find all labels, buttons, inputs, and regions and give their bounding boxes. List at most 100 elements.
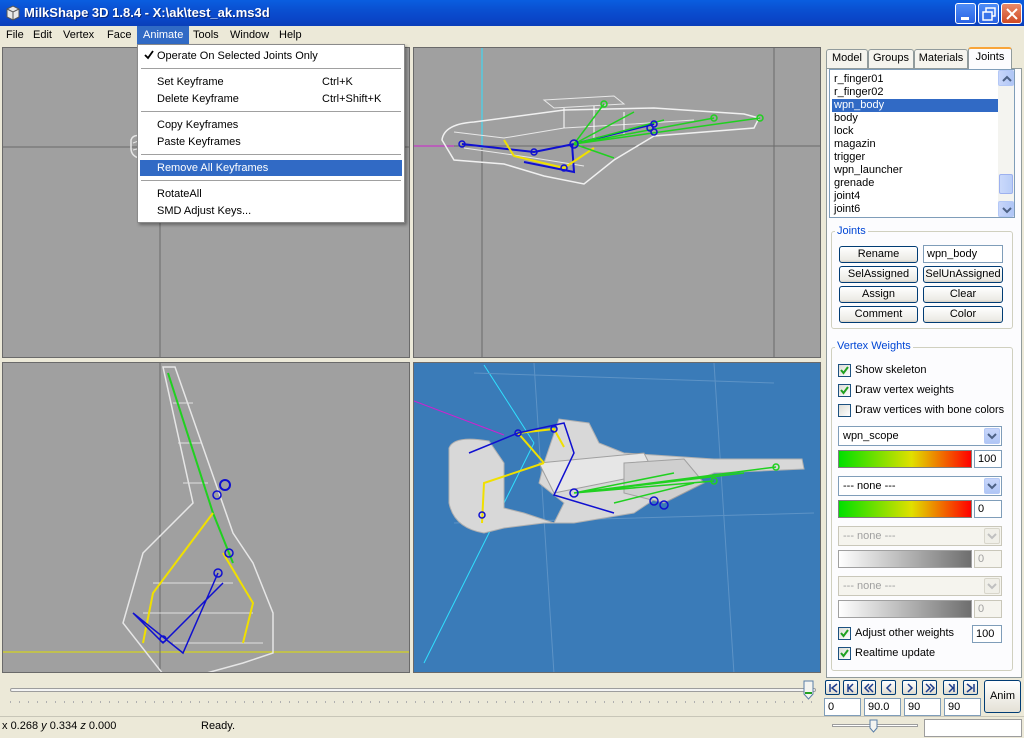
viewport-3d[interactable] bbox=[413, 362, 821, 673]
minimize-button[interactable] bbox=[955, 3, 976, 24]
comment-button[interactable]: Comment bbox=[839, 306, 918, 323]
list-item[interactable]: wpn_launcher bbox=[832, 164, 1000, 177]
close-icon bbox=[1006, 8, 1018, 20]
viewport-side[interactable] bbox=[2, 362, 410, 673]
first-frame-button[interactable] bbox=[825, 680, 840, 695]
dropdown-arrow-button[interactable] bbox=[984, 578, 1000, 594]
list-item[interactable]: wpn_body bbox=[832, 99, 1000, 112]
bone4-select[interactable]: --- none --- bbox=[838, 576, 1002, 596]
menuitem-copy-keyframes[interactable]: Copy Keyframes bbox=[140, 117, 402, 133]
menuitem-rotateall[interactable]: RotateAll bbox=[140, 186, 402, 202]
joints-list[interactable]: r_finger01 r_finger02 wpn_body body lock… bbox=[829, 69, 1015, 218]
menu-file[interactable]: File bbox=[0, 26, 30, 45]
rewind-button[interactable] bbox=[861, 680, 876, 695]
menuitem-set-keyframe[interactable]: Set Keyframe Ctrl+K bbox=[140, 74, 402, 90]
anim-toggle-button[interactable]: Anim bbox=[984, 680, 1021, 713]
checkbox-label: Draw vertex weights bbox=[855, 384, 955, 396]
bone3-weight-input[interactable]: 0 bbox=[974, 550, 1002, 568]
window-title: MilkShape 3D 1.8.4 - X:\ak\test_ak.ms3d bbox=[24, 5, 270, 20]
dropdown-arrow-button[interactable] bbox=[984, 528, 1000, 544]
fast-forward-button[interactable] bbox=[922, 680, 937, 695]
vertex-weights-label: Vertex Weights bbox=[835, 340, 913, 352]
coord-y-value: 0.334 bbox=[49, 720, 78, 732]
list-item[interactable]: lock bbox=[832, 125, 1000, 138]
next-key-button[interactable] bbox=[943, 680, 958, 695]
close-button[interactable] bbox=[1001, 3, 1022, 24]
selassigned-button[interactable]: SelAssigned bbox=[839, 266, 918, 283]
menu-vertex[interactable]: Vertex bbox=[57, 26, 100, 45]
color-button[interactable]: Color bbox=[923, 306, 1003, 323]
show-skeleton-checkbox[interactable]: Show skeleton bbox=[838, 364, 927, 378]
menu-help[interactable]: Help bbox=[273, 26, 308, 45]
select-value: --- none --- bbox=[843, 480, 896, 492]
menu-animate[interactable]: Animate bbox=[137, 26, 190, 45]
adjust-other-weights-checkbox[interactable]: Adjust other weights bbox=[838, 627, 954, 641]
timeline-thumb[interactable] bbox=[803, 680, 814, 700]
menu-tools[interactable]: Tools bbox=[187, 26, 225, 45]
bone3-select[interactable]: --- none --- bbox=[838, 526, 1002, 546]
clear-button[interactable]: Clear bbox=[923, 286, 1003, 303]
joint-name-input[interactable]: wpn_body bbox=[923, 245, 1003, 263]
prev-key-button[interactable] bbox=[843, 680, 858, 695]
rename-button[interactable]: Rename bbox=[839, 246, 918, 263]
tab-model[interactable]: Model bbox=[826, 49, 868, 68]
checkmark-icon bbox=[840, 386, 849, 395]
bone2-select[interactable]: --- none --- bbox=[838, 476, 1002, 496]
menuitem-delete-keyframe[interactable]: Delete Keyframe Ctrl+Shift+K bbox=[140, 91, 402, 107]
timeline-track[interactable] bbox=[10, 688, 816, 692]
tab-joints[interactable]: Joints bbox=[968, 47, 1012, 69]
frame-end-input[interactable]: 90 bbox=[904, 698, 941, 716]
bone2-weight-input[interactable]: 0 bbox=[974, 500, 1002, 518]
selunassigned-button[interactable]: SelUnAssigned bbox=[923, 266, 1003, 283]
list-item[interactable]: r_finger02 bbox=[832, 86, 1000, 99]
menu-edit[interactable]: Edit bbox=[27, 26, 58, 45]
realtime-update-checkbox[interactable]: Realtime update bbox=[838, 647, 935, 661]
frame-count-input[interactable]: 90 bbox=[944, 698, 981, 716]
last-frame-button[interactable] bbox=[963, 680, 978, 695]
bone1-weight-bar[interactable] bbox=[838, 450, 972, 468]
menu-face[interactable]: Face bbox=[101, 26, 137, 45]
list-item[interactable]: trigger bbox=[832, 151, 1000, 164]
bone1-select[interactable]: wpn_scope bbox=[838, 426, 1002, 446]
list-item[interactable]: grenade bbox=[832, 177, 1000, 190]
tab-materials[interactable]: Materials bbox=[914, 49, 968, 68]
menuitem-operate-selected-joints[interactable]: Operate On Selected Joints Only bbox=[140, 48, 402, 64]
list-item[interactable]: magazin bbox=[832, 138, 1000, 151]
bone4-weight-input[interactable]: 0 bbox=[974, 600, 1002, 618]
draw-bone-colors-checkbox[interactable]: Draw vertices with bone colors bbox=[838, 404, 1004, 418]
list-item[interactable]: body bbox=[832, 112, 1000, 125]
chevron-down-icon bbox=[987, 483, 997, 490]
list-item[interactable]: joint6 bbox=[832, 203, 1000, 216]
dropdown-arrow-button[interactable] bbox=[984, 428, 1000, 444]
menuitem-paste-keyframes[interactable]: Paste Keyframes bbox=[140, 134, 402, 150]
prev-frame-button[interactable] bbox=[881, 680, 896, 695]
next-frame-button[interactable] bbox=[902, 680, 917, 695]
tab-groups[interactable]: Groups bbox=[868, 49, 914, 68]
menuitem-label: RotateAll bbox=[157, 188, 202, 200]
menu-window[interactable]: Window bbox=[224, 26, 275, 45]
current-frame-input[interactable]: 0 bbox=[824, 698, 861, 716]
scroll-down-button[interactable] bbox=[998, 201, 1014, 217]
restore-button[interactable] bbox=[978, 3, 999, 24]
joints-list-scrollbar[interactable] bbox=[998, 70, 1014, 217]
adjust-other-value-input[interactable]: 100 bbox=[972, 625, 1002, 643]
assign-button[interactable]: Assign bbox=[839, 286, 918, 303]
list-item[interactable]: r_finger01 bbox=[832, 73, 1000, 86]
frame-value-input[interactable]: 90.0 bbox=[864, 698, 901, 716]
bone4-weight-bar[interactable] bbox=[838, 600, 972, 618]
list-item[interactable]: joint4 bbox=[832, 190, 1000, 203]
timeline-area bbox=[0, 678, 824, 716]
dropdown-arrow-button[interactable] bbox=[984, 478, 1000, 494]
menuitem-remove-all-keyframes[interactable]: Remove All Keyframes bbox=[140, 160, 402, 176]
draw-vertex-weights-checkbox[interactable]: Draw vertex weights bbox=[838, 384, 954, 398]
speed-slider-thumb[interactable] bbox=[869, 719, 878, 733]
menuitem-label: Delete Keyframe bbox=[157, 93, 239, 105]
viewport-top[interactable] bbox=[413, 47, 821, 358]
menuitem-smd-adjust-keys[interactable]: SMD Adjust Keys... bbox=[140, 203, 402, 219]
bone3-weight-bar[interactable] bbox=[838, 550, 972, 568]
bone2-weight-bar[interactable] bbox=[838, 500, 972, 518]
bone1-weight-input[interactable]: 100 bbox=[974, 450, 1002, 468]
coord-z-value: 0.000 bbox=[88, 720, 117, 732]
scroll-up-button[interactable] bbox=[998, 70, 1014, 86]
scroll-thumb[interactable] bbox=[999, 174, 1013, 194]
